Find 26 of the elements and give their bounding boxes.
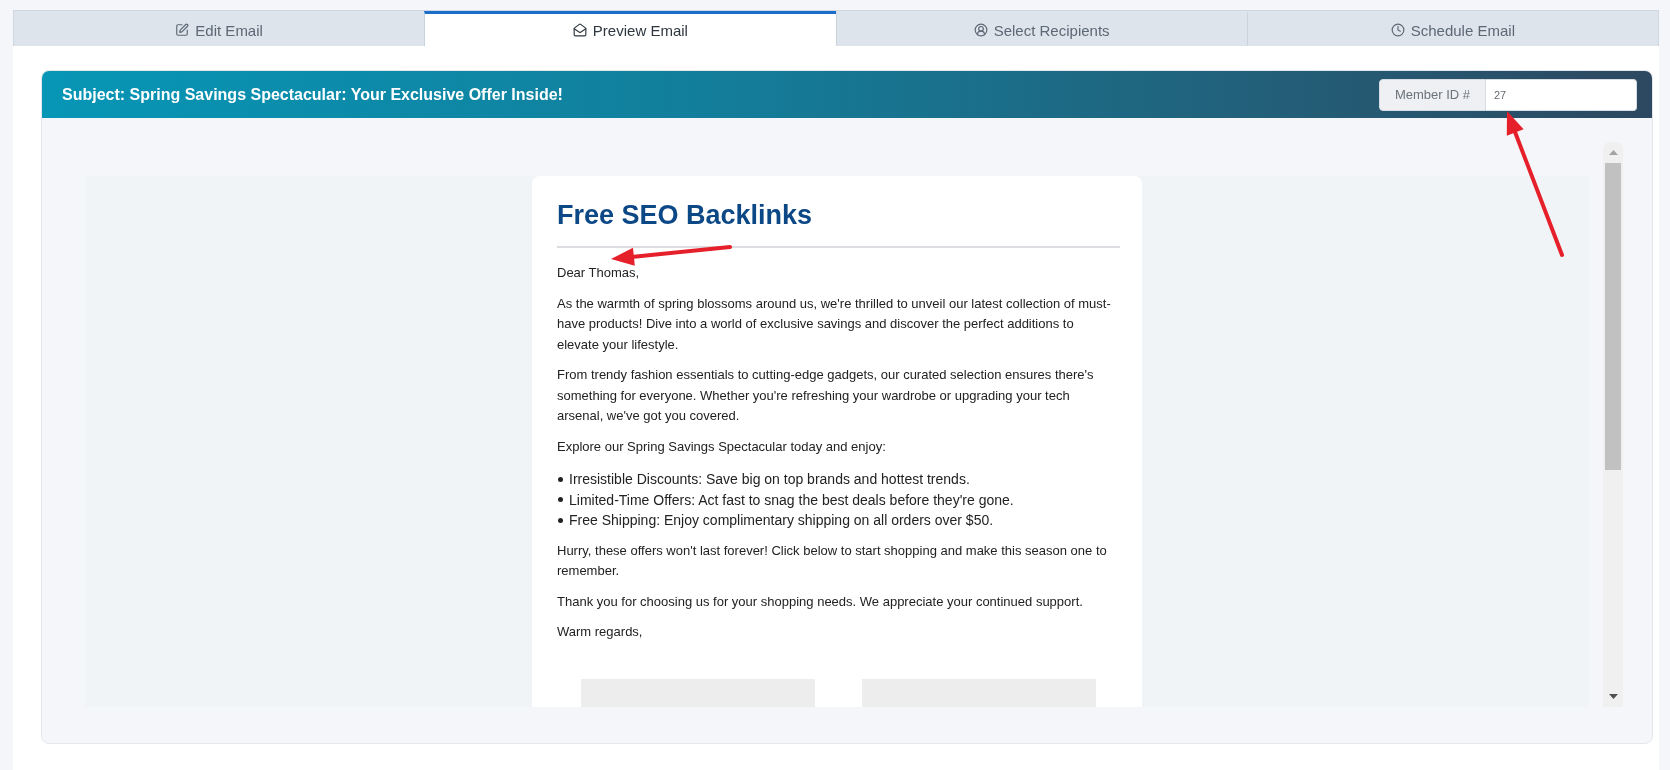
clock-icon xyxy=(1390,23,1405,37)
member-id-label: Member ID # xyxy=(1379,78,1486,111)
email-paragraph: Dear Thomas, xyxy=(557,264,641,282)
tab[interactable]: Preview Email xyxy=(424,11,836,46)
scroll-down-icon[interactable] xyxy=(1608,694,1618,699)
email-title: Free SEO Backlinks xyxy=(557,199,814,232)
email-paragraph: Thank you for choosing us for your shopping needs. We appreciate your continued support. xyxy=(557,592,1084,611)
list-item-text: Irresistible Discounts: Save big on top brands and hottest trends. xyxy=(569,470,970,489)
email-paragraph: Hurry, these offers won't last forever! Click below to start shopping and make this season one to remember. xyxy=(557,541,1108,580)
bullet-icon xyxy=(558,517,563,523)
user-icon xyxy=(973,23,988,37)
bullet-icon xyxy=(558,497,563,503)
envelope-icon xyxy=(572,23,587,37)
email-subject: Subject: Spring Savings Spectacular: Your Exclusive Offer Inside! xyxy=(62,85,563,104)
member-id-field[interactable]: 27 xyxy=(1486,78,1637,111)
email-paragraph: From trendy fashion essentials to cutting-edge gadgets, our curated selection ensures there's something for everyone. Whether you're refreshing your wardrobe or upgrading your tech arsenal, we've got you covered. xyxy=(557,366,1095,425)
email-paragraph: Explore our Spring Savings Spectacular today and enjoy: xyxy=(557,437,887,456)
scrollbar-thumb[interactable] xyxy=(1605,163,1621,470)
list-item-text: Limited-Time Offers: Act fast to snag the best deals before they're gone. xyxy=(569,490,1014,510)
list-item-text: Free Shipping: Enjoy complimentary shipping on all orders over $50. xyxy=(569,511,994,530)
bullet-icon xyxy=(558,476,563,482)
scroll-up-icon[interactable] xyxy=(1608,150,1618,155)
scrollbar[interactable] xyxy=(1603,142,1623,707)
email-paragraph: As the warmth of spring blossoms around us, we're thrilled to unveil our latest collection of must-have products! Dive into a world of exclusive savings and discover the perfect additions to elevate your lifestyle. xyxy=(557,294,1112,354)
edit-icon xyxy=(175,23,190,37)
email-paragraph: Warm regards, xyxy=(557,623,644,641)
